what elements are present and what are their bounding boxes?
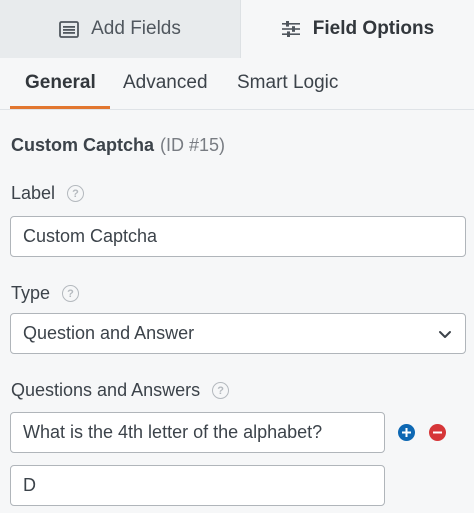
field-name: Custom Captcha — [11, 135, 155, 155]
field-heading: Custom Captcha (ID #15) — [11, 135, 225, 156]
answer-input-value: D — [23, 475, 36, 495]
remove-question-button[interactable] — [429, 424, 446, 441]
plus-circle-icon — [402, 428, 411, 437]
tab-general[interactable]: General — [25, 72, 96, 94]
label-input-value: Custom Captcha — [23, 226, 158, 246]
qa-heading: Questions and Answers — [11, 380, 201, 400]
type-heading: Type — [11, 283, 51, 303]
active-tab-indicator — [10, 106, 110, 109]
help-icon[interactable]: ? — [67, 185, 85, 202]
field-id: (ID #15) — [160, 135, 226, 155]
tab-advanced[interactable]: Advanced — [123, 72, 208, 94]
help-icon[interactable]: ? — [62, 285, 80, 302]
minus-circle-icon — [433, 431, 442, 434]
label-input[interactable]: Custom Captcha — [10, 216, 466, 257]
answer-input[interactable]: D — [10, 465, 385, 506]
sliders-icon — [281, 20, 301, 38]
tab-field-options-label: Field Options — [312, 18, 435, 39]
tab-add-fields[interactable]: Add Fields — [0, 0, 241, 58]
label-heading: Label — [11, 183, 56, 203]
question-input[interactable]: What is the 4th letter of the alphabet? — [10, 412, 385, 453]
type-row: Type ? — [11, 283, 80, 304]
panel-tabs: Add Fields Field Options — [0, 0, 474, 58]
add-question-button[interactable] — [398, 424, 415, 441]
type-select-value: Question and Answer — [23, 323, 195, 343]
question-input-value: What is the 4th letter of the alphabet? — [23, 422, 323, 442]
options-sub-tabs: General Advanced Smart Logic — [0, 58, 474, 110]
list-icon — [59, 20, 80, 38]
tab-add-fields-label: Add Fields — [91, 18, 181, 39]
tab-field-options[interactable]: Field Options — [241, 0, 474, 58]
help-icon[interactable]: ? — [212, 382, 230, 399]
qa-row: Questions and Answers ? — [11, 380, 230, 401]
type-select[interactable]: Question and Answer — [10, 313, 466, 354]
label-row: Label ? — [11, 183, 85, 204]
tab-smart-logic[interactable]: Smart Logic — [237, 72, 338, 94]
chevron-down-icon — [437, 326, 453, 347]
